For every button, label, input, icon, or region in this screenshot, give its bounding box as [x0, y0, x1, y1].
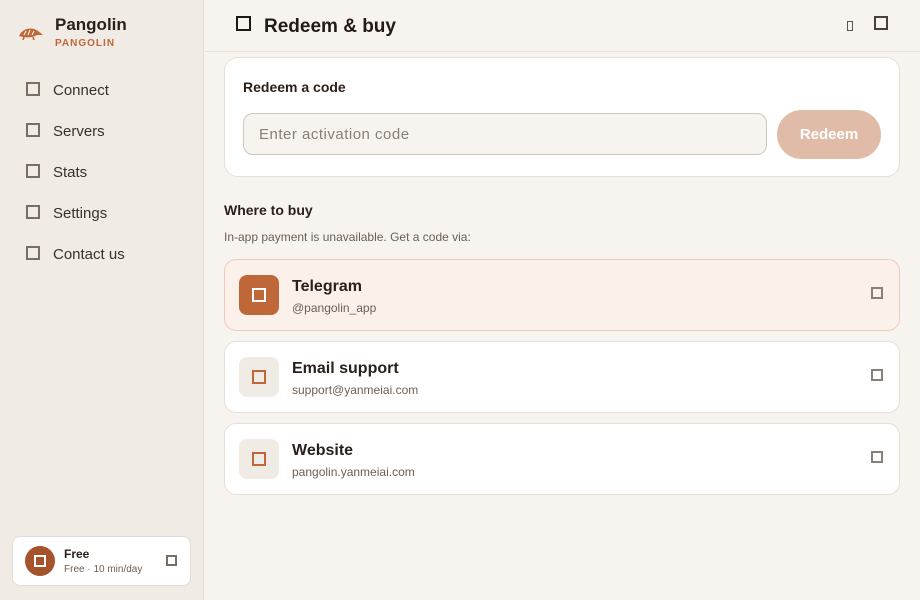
user-icon — [34, 555, 46, 567]
brand: Pangolin PANGOLIN — [18, 14, 127, 50]
page-title: Redeem & buy — [264, 16, 396, 37]
settings-icon — [26, 204, 40, 219]
buy-option-subtitle: support@yanmeiai.com — [292, 383, 419, 397]
buy-option-title: Email support — [292, 360, 399, 377]
sidebar: Pangolin PANGOLIN Connect Servers Stats … — [0, 0, 204, 600]
sidebar-item-label: Connect — [53, 82, 109, 99]
redeem-icon — [236, 16, 251, 31]
sidebar-item-label: Servers — [53, 123, 105, 140]
email-icon — [239, 357, 279, 397]
plan-card[interactable]: Free Free · 10 min/day — [12, 536, 191, 586]
status-icon — [847, 21, 853, 31]
sidebar-nav: Connect Servers Stats Settings Contact u… — [0, 70, 204, 275]
pangolin-logo-icon — [19, 28, 43, 41]
buy-option-website[interactable]: Website pangolin.yanmeiai.com — [224, 423, 900, 495]
connect-icon — [26, 81, 40, 96]
open-link-icon — [871, 287, 883, 299]
sidebar-item-label: Stats — [53, 164, 88, 181]
sidebar-item-connect[interactable]: Connect — [0, 70, 204, 111]
stats-icon — [26, 163, 40, 178]
activation-code-input[interactable] — [243, 113, 767, 155]
where-to-buy-subtitle: In-app payment is unavailable. Get a cod… — [224, 230, 471, 244]
where-to-buy-title: Where to buy — [224, 202, 313, 218]
redeem-button[interactable]: Redeem — [777, 110, 881, 159]
sidebar-item-label: Contact us — [53, 246, 125, 263]
buy-option-title: Telegram — [292, 278, 362, 295]
plan-name: Free — [64, 546, 90, 561]
website-icon — [239, 439, 279, 479]
sidebar-item-stats[interactable]: Stats — [0, 152, 204, 193]
plan-options-icon[interactable] — [166, 555, 177, 566]
copy-icon — [871, 369, 883, 381]
brand-name: Pangolin — [55, 15, 127, 34]
sidebar-item-servers[interactable]: Servers — [0, 111, 204, 152]
sidebar-item-contact-us[interactable]: Contact us — [0, 234, 204, 275]
contact-icon — [26, 245, 40, 260]
redeem-card: Redeem a code Redeem — [224, 57, 900, 177]
open-link-icon — [871, 451, 883, 463]
header: Redeem & buy — [205, 0, 920, 52]
redeem-title: Redeem a code — [243, 79, 346, 95]
window-control-icon[interactable] — [874, 16, 888, 30]
plan-detail: Free · 10 min/day — [64, 563, 143, 575]
sidebar-item-label: Settings — [53, 205, 108, 222]
buy-option-title: Website — [292, 442, 354, 459]
servers-icon — [26, 122, 40, 137]
buy-option-subtitle: pangolin.yanmeiai.com — [292, 465, 415, 479]
buy-option-telegram[interactable]: Telegram @pangolin_app — [224, 259, 900, 331]
sidebar-item-settings[interactable]: Settings — [0, 193, 204, 234]
brand-subtitle: PANGOLIN — [55, 38, 116, 49]
buy-option-subtitle: @pangolin_app — [292, 301, 377, 315]
buy-option-email[interactable]: Email support support@yanmeiai.com — [224, 341, 900, 413]
telegram-icon — [239, 275, 279, 315]
avatar — [25, 546, 55, 576]
